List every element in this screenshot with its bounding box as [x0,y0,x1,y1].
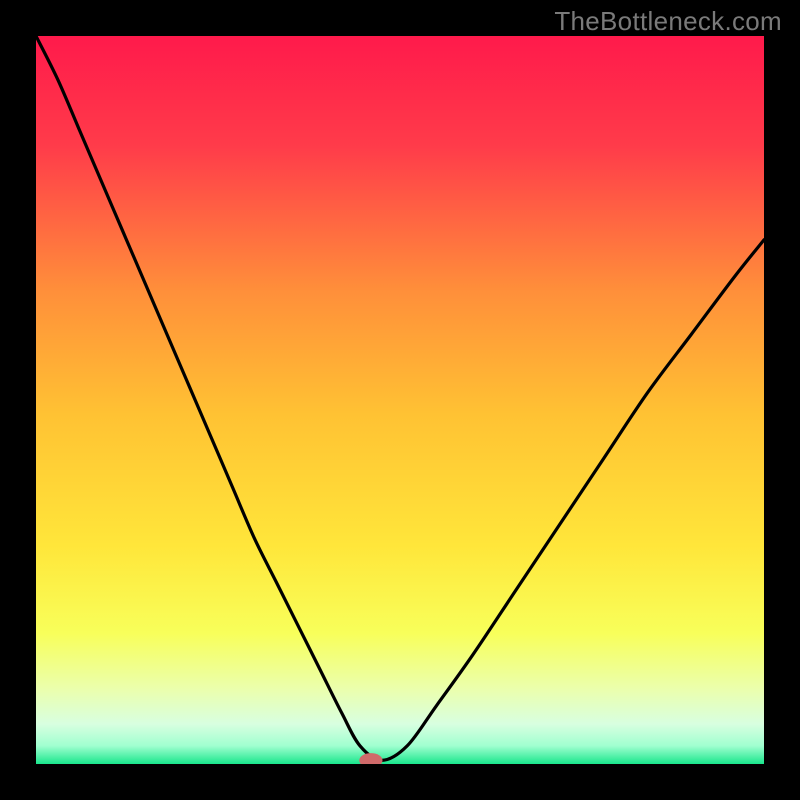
plot-area [36,36,764,764]
watermark-text: TheBottleneck.com [554,6,782,37]
bottleneck-chart [36,36,764,764]
chart-frame: TheBottleneck.com [0,0,800,800]
gradient-background [36,36,764,764]
